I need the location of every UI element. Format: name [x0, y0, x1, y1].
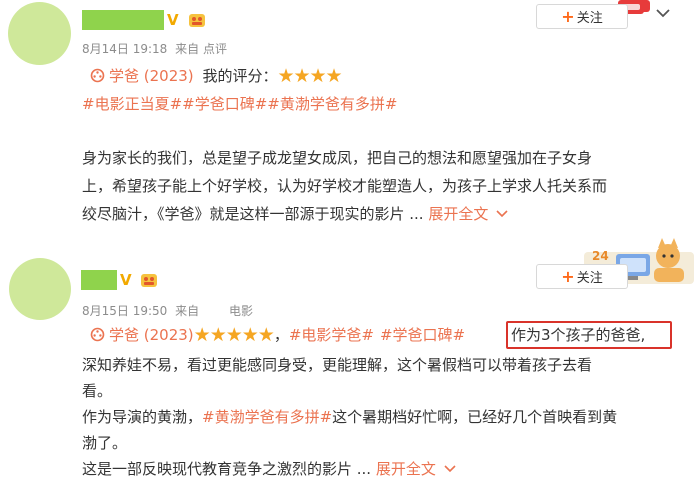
post-source: 来自	[175, 304, 200, 318]
post-body-line-last: 这是一部反映现代教育竞争之激烈的影片 ... 展开全文	[82, 459, 456, 479]
member-badge-icon	[189, 14, 205, 27]
avatar[interactable]	[9, 258, 71, 320]
rating-hashtag-row: 学爸 (2023)★★★★★，#电影学爸# #学爸口碑#	[90, 325, 465, 345]
post-body-line-last: 绞尽脑汁，《学爸》就是这样一部源于现实的影片 ... 展开全文	[82, 204, 508, 224]
chevron-down-icon	[496, 210, 508, 218]
rating-label: 我的评分：	[202, 67, 278, 85]
film-icon	[90, 327, 105, 342]
post-body-line: 渤了。	[82, 434, 128, 452]
plus-icon: +	[561, 6, 575, 26]
hashtag-link[interactable]: #黄渤学爸有多拼#	[202, 408, 332, 426]
director-suffix: 这个暑期档好忙啊，已经好几个首映看到黄	[332, 408, 618, 426]
expand-full-text-link[interactable]: 展开全文	[376, 460, 456, 478]
username-redacted[interactable]	[82, 10, 164, 30]
expand-full-text-link[interactable]: 展开全文	[428, 205, 508, 223]
chevron-down-icon[interactable]	[656, 8, 670, 18]
rating-stars: ★★★★	[277, 65, 342, 87]
sticker-badge: 24	[592, 249, 609, 263]
director-prefix: 作为导演的黄渤，	[82, 408, 203, 426]
post-body-line: 上，希望孩子能上个好学校，认为好学校才能塑造人，为孩子上学求人托关系而	[82, 177, 608, 195]
post-source: 来自 点评	[175, 42, 227, 56]
post-body-text: 绞尽脑汁，《学爸》就是这样一部源于现实的影片 ...	[82, 205, 424, 223]
hashtag-links[interactable]: #电影正当夏##学爸口碑##黄渤学爸有多拼#	[82, 94, 397, 114]
avatar[interactable]	[8, 2, 71, 65]
hashtag-link[interactable]: #电影学爸#	[289, 326, 374, 344]
post-date[interactable]: 8月15日 19:50	[82, 304, 167, 318]
hashtag-link[interactable]: #学爸口碑#	[380, 326, 465, 344]
post-body-line: 看。	[82, 382, 113, 400]
post-body-text: 这是一部反映现代教育竞争之激烈的影片 ...	[82, 460, 372, 478]
post-body-line: 作为导演的黄渤，#黄渤学爸有多拼#这个暑期档好忙啊，已经好几个首映看到黄	[82, 407, 617, 427]
post-meta: 8月14日 19:18 来自 点评	[82, 40, 227, 57]
post-meta: 8月15日 19:50 来自 电影	[82, 302, 253, 319]
verified-icon: V	[120, 271, 132, 289]
chevron-down-icon	[444, 465, 456, 473]
follow-label: 关注	[576, 271, 603, 286]
follow-button[interactable]: + 关注	[536, 264, 628, 289]
comma: ，	[273, 326, 289, 344]
member-badge-icon	[141, 274, 157, 287]
verified-icon: V	[167, 11, 179, 29]
post-source-tag[interactable]: 电影	[229, 304, 253, 318]
username-redacted[interactable]	[81, 270, 117, 290]
rating-stars: ★★★★★	[193, 324, 275, 346]
post-body-line: 身为家长的我们，总是望子成龙望女成凤，把自己的想法和愿望强加在子女身	[82, 149, 593, 167]
post-date[interactable]: 8月14日 19:18	[82, 42, 167, 56]
movie-title-link[interactable]: 学爸 (2023)	[109, 67, 194, 85]
follow-button[interactable]: + 关注	[536, 4, 628, 29]
film-icon	[90, 68, 105, 83]
highlight-box	[506, 321, 672, 349]
plus-icon: +	[561, 266, 575, 286]
rating-row: 学爸 (2023) 我的评分：★★★★	[90, 65, 343, 87]
movie-title-link[interactable]: 学爸 (2023)	[109, 326, 194, 344]
follow-label: 关注	[576, 11, 603, 26]
post-body-line: 深知养娃不易，看过更能感同身受，更能理解，这个暑假档可以带着孩子去看	[82, 356, 593, 374]
